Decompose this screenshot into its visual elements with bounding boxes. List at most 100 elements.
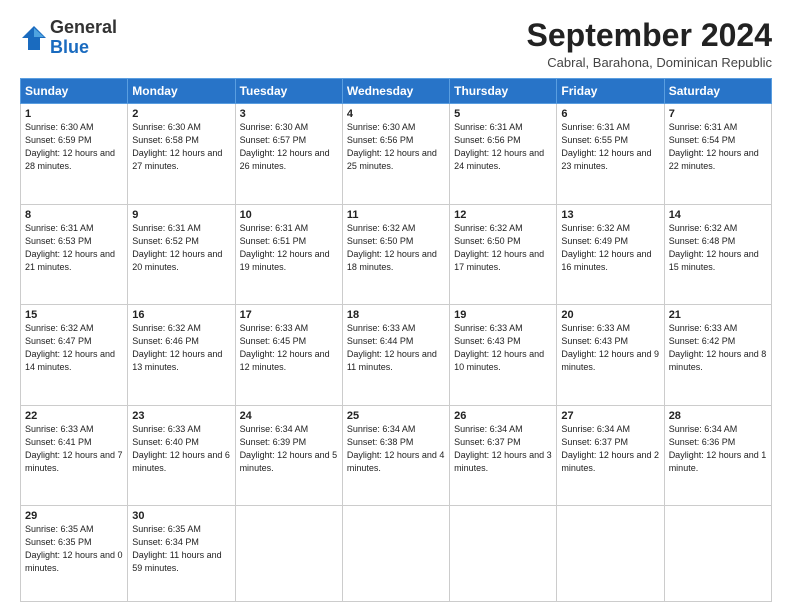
calendar-cell: 19 Sunrise: 6:33 AMSunset: 6:43 PMDaylig… [450, 305, 557, 406]
calendar-cell: 6 Sunrise: 6:31 AMSunset: 6:55 PMDayligh… [557, 104, 664, 205]
calendar-cell: 13 Sunrise: 6:32 AMSunset: 6:49 PMDaylig… [557, 204, 664, 305]
calendar-cell: 28 Sunrise: 6:34 AMSunset: 6:36 PMDaylig… [664, 405, 771, 506]
day-number: 9 [132, 209, 230, 221]
calendar-cell [235, 506, 342, 602]
day-info: Sunrise: 6:34 AMSunset: 6:37 PMDaylight:… [454, 424, 552, 473]
calendar-cell: 3 Sunrise: 6:30 AMSunset: 6:57 PMDayligh… [235, 104, 342, 205]
day-number: 18 [347, 309, 445, 321]
calendar-cell: 27 Sunrise: 6:34 AMSunset: 6:37 PMDaylig… [557, 405, 664, 506]
day-info: Sunrise: 6:34 AMSunset: 6:37 PMDaylight:… [561, 424, 659, 473]
day-info: Sunrise: 6:34 AMSunset: 6:36 PMDaylight:… [669, 424, 767, 473]
day-header-wednesday: Wednesday [342, 79, 449, 104]
day-number: 11 [347, 209, 445, 221]
day-number: 24 [240, 410, 338, 422]
calendar-cell: 11 Sunrise: 6:32 AMSunset: 6:50 PMDaylig… [342, 204, 449, 305]
calendar-week-row: 1 Sunrise: 6:30 AMSunset: 6:59 PMDayligh… [21, 104, 772, 205]
logo-blue: Blue [50, 37, 89, 57]
day-number: 8 [25, 209, 123, 221]
day-number: 12 [454, 209, 552, 221]
calendar-cell: 2 Sunrise: 6:30 AMSunset: 6:58 PMDayligh… [128, 104, 235, 205]
day-number: 13 [561, 209, 659, 221]
day-info: Sunrise: 6:33 AMSunset: 6:44 PMDaylight:… [347, 323, 437, 372]
day-info: Sunrise: 6:30 AMSunset: 6:57 PMDaylight:… [240, 122, 330, 171]
day-info: Sunrise: 6:32 AMSunset: 6:50 PMDaylight:… [347, 223, 437, 272]
day-number: 14 [669, 209, 767, 221]
day-number: 23 [132, 410, 230, 422]
day-number: 16 [132, 309, 230, 321]
day-info: Sunrise: 6:33 AMSunset: 6:45 PMDaylight:… [240, 323, 330, 372]
day-info: Sunrise: 6:30 AMSunset: 6:58 PMDaylight:… [132, 122, 222, 171]
calendar-cell: 5 Sunrise: 6:31 AMSunset: 6:56 PMDayligh… [450, 104, 557, 205]
calendar-cell: 22 Sunrise: 6:33 AMSunset: 6:41 PMDaylig… [21, 405, 128, 506]
day-number: 5 [454, 108, 552, 120]
day-info: Sunrise: 6:33 AMSunset: 6:43 PMDaylight:… [454, 323, 544, 372]
day-info: Sunrise: 6:31 AMSunset: 6:52 PMDaylight:… [132, 223, 222, 272]
day-number: 20 [561, 309, 659, 321]
day-number: 26 [454, 410, 552, 422]
calendar-cell [450, 506, 557, 602]
day-info: Sunrise: 6:33 AMSunset: 6:41 PMDaylight:… [25, 424, 123, 473]
day-number: 19 [454, 309, 552, 321]
day-info: Sunrise: 6:34 AMSunset: 6:38 PMDaylight:… [347, 424, 445, 473]
day-number: 6 [561, 108, 659, 120]
day-number: 25 [347, 410, 445, 422]
day-info: Sunrise: 6:35 AMSunset: 6:35 PMDaylight:… [25, 524, 123, 573]
calendar-cell: 15 Sunrise: 6:32 AMSunset: 6:47 PMDaylig… [21, 305, 128, 406]
calendar-cell: 24 Sunrise: 6:34 AMSunset: 6:39 PMDaylig… [235, 405, 342, 506]
logo-icon [20, 24, 48, 52]
logo: General Blue [20, 18, 117, 58]
day-number: 10 [240, 209, 338, 221]
day-info: Sunrise: 6:31 AMSunset: 6:51 PMDaylight:… [240, 223, 330, 272]
calendar-cell: 9 Sunrise: 6:31 AMSunset: 6:52 PMDayligh… [128, 204, 235, 305]
day-number: 17 [240, 309, 338, 321]
day-info: Sunrise: 6:32 AMSunset: 6:49 PMDaylight:… [561, 223, 651, 272]
calendar-week-row: 15 Sunrise: 6:32 AMSunset: 6:47 PMDaylig… [21, 305, 772, 406]
day-header-friday: Friday [557, 79, 664, 104]
day-info: Sunrise: 6:31 AMSunset: 6:54 PMDaylight:… [669, 122, 759, 171]
day-header-saturday: Saturday [664, 79, 771, 104]
day-info: Sunrise: 6:31 AMSunset: 6:55 PMDaylight:… [561, 122, 651, 171]
calendar-cell: 4 Sunrise: 6:30 AMSunset: 6:56 PMDayligh… [342, 104, 449, 205]
calendar-cell: 10 Sunrise: 6:31 AMSunset: 6:51 PMDaylig… [235, 204, 342, 305]
day-number: 21 [669, 309, 767, 321]
calendar-cell: 23 Sunrise: 6:33 AMSunset: 6:40 PMDaylig… [128, 405, 235, 506]
header: General Blue September 2024 Cabral, Bara… [20, 18, 772, 70]
location: Cabral, Barahona, Dominican Republic [527, 55, 772, 70]
day-info: Sunrise: 6:32 AMSunset: 6:48 PMDaylight:… [669, 223, 759, 272]
calendar-header-row: SundayMondayTuesdayWednesdayThursdayFrid… [21, 79, 772, 104]
calendar-cell: 7 Sunrise: 6:31 AMSunset: 6:54 PMDayligh… [664, 104, 771, 205]
calendar-cell: 29 Sunrise: 6:35 AMSunset: 6:35 PMDaylig… [21, 506, 128, 602]
day-header-monday: Monday [128, 79, 235, 104]
calendar-cell: 21 Sunrise: 6:33 AMSunset: 6:42 PMDaylig… [664, 305, 771, 406]
calendar-cell: 26 Sunrise: 6:34 AMSunset: 6:37 PMDaylig… [450, 405, 557, 506]
logo-general: General [50, 18, 117, 38]
page: General Blue September 2024 Cabral, Bara… [0, 0, 792, 612]
day-info: Sunrise: 6:32 AMSunset: 6:50 PMDaylight:… [454, 223, 544, 272]
day-header-tuesday: Tuesday [235, 79, 342, 104]
day-number: 7 [669, 108, 767, 120]
day-number: 28 [669, 410, 767, 422]
day-number: 29 [25, 510, 123, 522]
calendar-table: SundayMondayTuesdayWednesdayThursdayFrid… [20, 78, 772, 602]
day-header-sunday: Sunday [21, 79, 128, 104]
calendar-cell: 18 Sunrise: 6:33 AMSunset: 6:44 PMDaylig… [342, 305, 449, 406]
calendar-cell: 16 Sunrise: 6:32 AMSunset: 6:46 PMDaylig… [128, 305, 235, 406]
day-info: Sunrise: 6:33 AMSunset: 6:40 PMDaylight:… [132, 424, 230, 473]
day-number: 4 [347, 108, 445, 120]
calendar-cell [557, 506, 664, 602]
month-title: September 2024 [527, 18, 772, 53]
day-info: Sunrise: 6:30 AMSunset: 6:59 PMDaylight:… [25, 122, 115, 171]
logo-text: General Blue [50, 18, 117, 58]
calendar-week-row: 29 Sunrise: 6:35 AMSunset: 6:35 PMDaylig… [21, 506, 772, 602]
calendar-cell: 17 Sunrise: 6:33 AMSunset: 6:45 PMDaylig… [235, 305, 342, 406]
calendar-cell: 20 Sunrise: 6:33 AMSunset: 6:43 PMDaylig… [557, 305, 664, 406]
calendar-cell [342, 506, 449, 602]
day-number: 30 [132, 510, 230, 522]
calendar-cell: 8 Sunrise: 6:31 AMSunset: 6:53 PMDayligh… [21, 204, 128, 305]
day-number: 2 [132, 108, 230, 120]
day-info: Sunrise: 6:32 AMSunset: 6:46 PMDaylight:… [132, 323, 222, 372]
calendar-cell [664, 506, 771, 602]
calendar-cell: 12 Sunrise: 6:32 AMSunset: 6:50 PMDaylig… [450, 204, 557, 305]
day-header-thursday: Thursday [450, 79, 557, 104]
day-info: Sunrise: 6:32 AMSunset: 6:47 PMDaylight:… [25, 323, 115, 372]
